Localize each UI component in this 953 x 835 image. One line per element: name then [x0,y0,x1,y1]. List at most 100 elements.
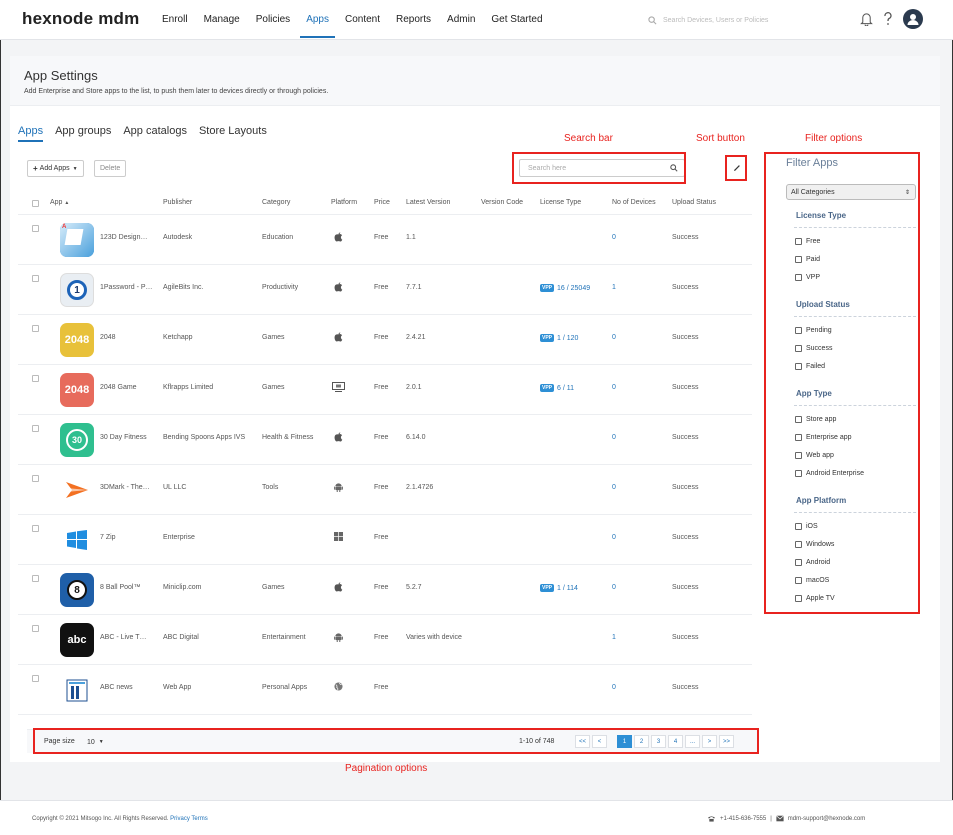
device-count[interactable]: 0 [612,484,616,491]
bell-icon[interactable] [860,12,873,26]
col-upload-status[interactable]: Upload Status [672,199,716,206]
tab-apps[interactable]: Apps [18,125,44,142]
row-checkbox[interactable] [32,275,39,282]
page-title: App Settings [24,68,98,83]
nav-admin[interactable]: Admin [439,0,483,40]
col-no-of-devices[interactable]: No of Devices [612,199,656,206]
table-row[interactable]: 8 8 Ball Pool™ Miniclip.com Games Free 5.2.7 V… [18,565,752,615]
app-icon [60,523,94,557]
app-publisher: Ketchapp [163,334,193,341]
device-count[interactable]: 0 [612,584,616,591]
license-count[interactable]: 1 / 120 [557,335,578,342]
device-count[interactable]: 0 [612,684,616,691]
license-cell: VPP 6 / 11 [540,384,574,392]
app-name[interactable]: 2048 Game [100,384,137,391]
device-count[interactable]: 0 [612,384,616,391]
footer-separator: | [770,815,772,822]
upload-status: Success [672,234,699,241]
table-body: A 123D Design… Autodesk Education Free 1.1 0 Su… [18,215,752,715]
page-footer: Copyright © 2021 Mitsogo Inc. All Rights… [0,800,953,835]
col-latest-version[interactable]: Latest Version [406,199,450,206]
nav-manage[interactable]: Manage [196,0,248,40]
device-count[interactable]: 0 [612,434,616,441]
app-category: Games [262,584,285,591]
device-count[interactable]: 0 [612,534,616,541]
table-row[interactable]: A 123D Design… Autodesk Education Free 1.1 0 Su… [18,215,752,265]
user-avatar[interactable] [903,9,923,29]
nav-enroll[interactable]: Enroll [154,0,196,40]
global-search-input[interactable]: Search Devices, Users or Policies [648,13,833,27]
col-price[interactable]: Price [374,199,390,206]
row-checkbox[interactable] [32,575,39,582]
nav-policies[interactable]: Policies [248,0,298,40]
app-name[interactable]: 123D Design… [100,234,147,241]
col-version-code[interactable]: Version Code [481,199,523,206]
table-row[interactable]: 30 30 Day Fitness Bending Spoons Apps IVS H… [18,415,752,465]
select-all-checkbox[interactable] [32,200,39,207]
col-platform[interactable]: Platform [331,199,357,206]
tab-app-groups[interactable]: App groups [55,125,111,142]
row-checkbox[interactable] [32,375,39,382]
privacy-link[interactable]: Privacy [170,816,190,822]
device-count[interactable]: 1 [612,284,616,291]
table-row[interactable]: 2048 2048 Game Kflrapps Limited Games Free 2.… [18,365,752,415]
table-row[interactable]: abc ABC - Live T… ABC Digital Entertainment… [18,615,752,665]
sort-button-annotation: Sort button [696,133,745,144]
add-apps-button[interactable]: + Add Apps ▼ [27,160,84,177]
row-checkbox[interactable] [32,325,39,332]
device-count[interactable]: 0 [612,334,616,341]
nav-apps[interactable]: Apps [298,0,337,40]
vpp-badge: VPP [540,584,555,592]
terms-link[interactable]: Terms [191,816,207,822]
app-icon: 8 [60,573,94,607]
app-name[interactable]: 2048 [100,334,116,341]
app-latest-version: 1.1 [406,234,416,241]
support-email[interactable]: mdm-support@hexnode.com [788,816,865,822]
app-name[interactable]: 3DMark - The… [100,484,150,491]
device-count[interactable]: 0 [612,234,616,241]
license-count[interactable]: 16 / 25049 [557,285,590,292]
app-name[interactable]: 30 Day Fitness [100,434,147,441]
footer-copyright-line: Copyright © 2021 Mitsogo Inc. All Rights… [32,816,208,822]
license-count[interactable]: 1 / 114 [557,585,578,592]
app-name[interactable]: 7 Zip [100,534,116,541]
device-count[interactable]: 1 [612,634,616,641]
row-checkbox[interactable] [32,525,39,532]
row-checkbox[interactable] [32,675,39,682]
row-checkbox[interactable] [32,425,39,432]
table-row[interactable]: 2048 2048 Ketchapp Games Free 2.4.21 VPP 1 / 12… [18,315,752,365]
table-row[interactable]: 7 Zip Enterprise Free 0 Success [18,515,752,565]
footer-contact: +1-415-636-7555 | mdm-support@hexnode.co… [707,815,865,822]
app-publisher: Bending Spoons Apps IVS [163,434,246,441]
help-icon[interactable] [883,12,893,26]
app-name[interactable]: 1Password - P… [100,284,153,291]
app-category: Productivity [262,284,299,291]
nav-content[interactable]: Content [337,0,388,40]
row-checkbox[interactable] [32,625,39,632]
table-row[interactable]: 1 1Password - P… AgileBits Inc. Productivit… [18,265,752,315]
table-row[interactable]: ABC news Web App Personal Apps Free 0 Success [18,665,752,715]
tab-store-layouts[interactable]: Store Layouts [199,125,267,142]
table-row[interactable]: 3DMark - The… UL LLC Tools Free 2.1.4726 0 Suc… [18,465,752,515]
hexnode-logo[interactable]: hexnode mdm [22,9,139,29]
nav-get-started[interactable]: Get Started [483,0,550,40]
nav-reports[interactable]: Reports [388,0,439,40]
app-latest-version: 2.1.4726 [406,484,434,491]
app-name[interactable]: ABC news [100,684,133,691]
app-name[interactable]: ABC - Live T… [100,634,147,641]
app-name[interactable]: 8 Ball Pool™ [100,584,140,591]
col-app[interactable]: App ▲ [50,199,69,206]
tab-app-catalogs[interactable]: App catalogs [123,125,187,142]
phone-number[interactable]: +1-415-636-7555 [720,816,766,822]
col-category[interactable]: Category [262,199,290,206]
search-bar-annotation: Search bar [564,133,613,144]
app-category: Games [262,334,285,341]
col-publisher[interactable]: Publisher [163,199,192,206]
col-license-type[interactable]: License Type [540,199,581,206]
license-count[interactable]: 6 / 11 [557,385,574,392]
app-latest-version: Varies with device [406,634,462,641]
android-icon [334,633,343,642]
delete-button[interactable]: Delete [94,160,127,177]
row-checkbox[interactable] [32,225,39,232]
row-checkbox[interactable] [32,475,39,482]
